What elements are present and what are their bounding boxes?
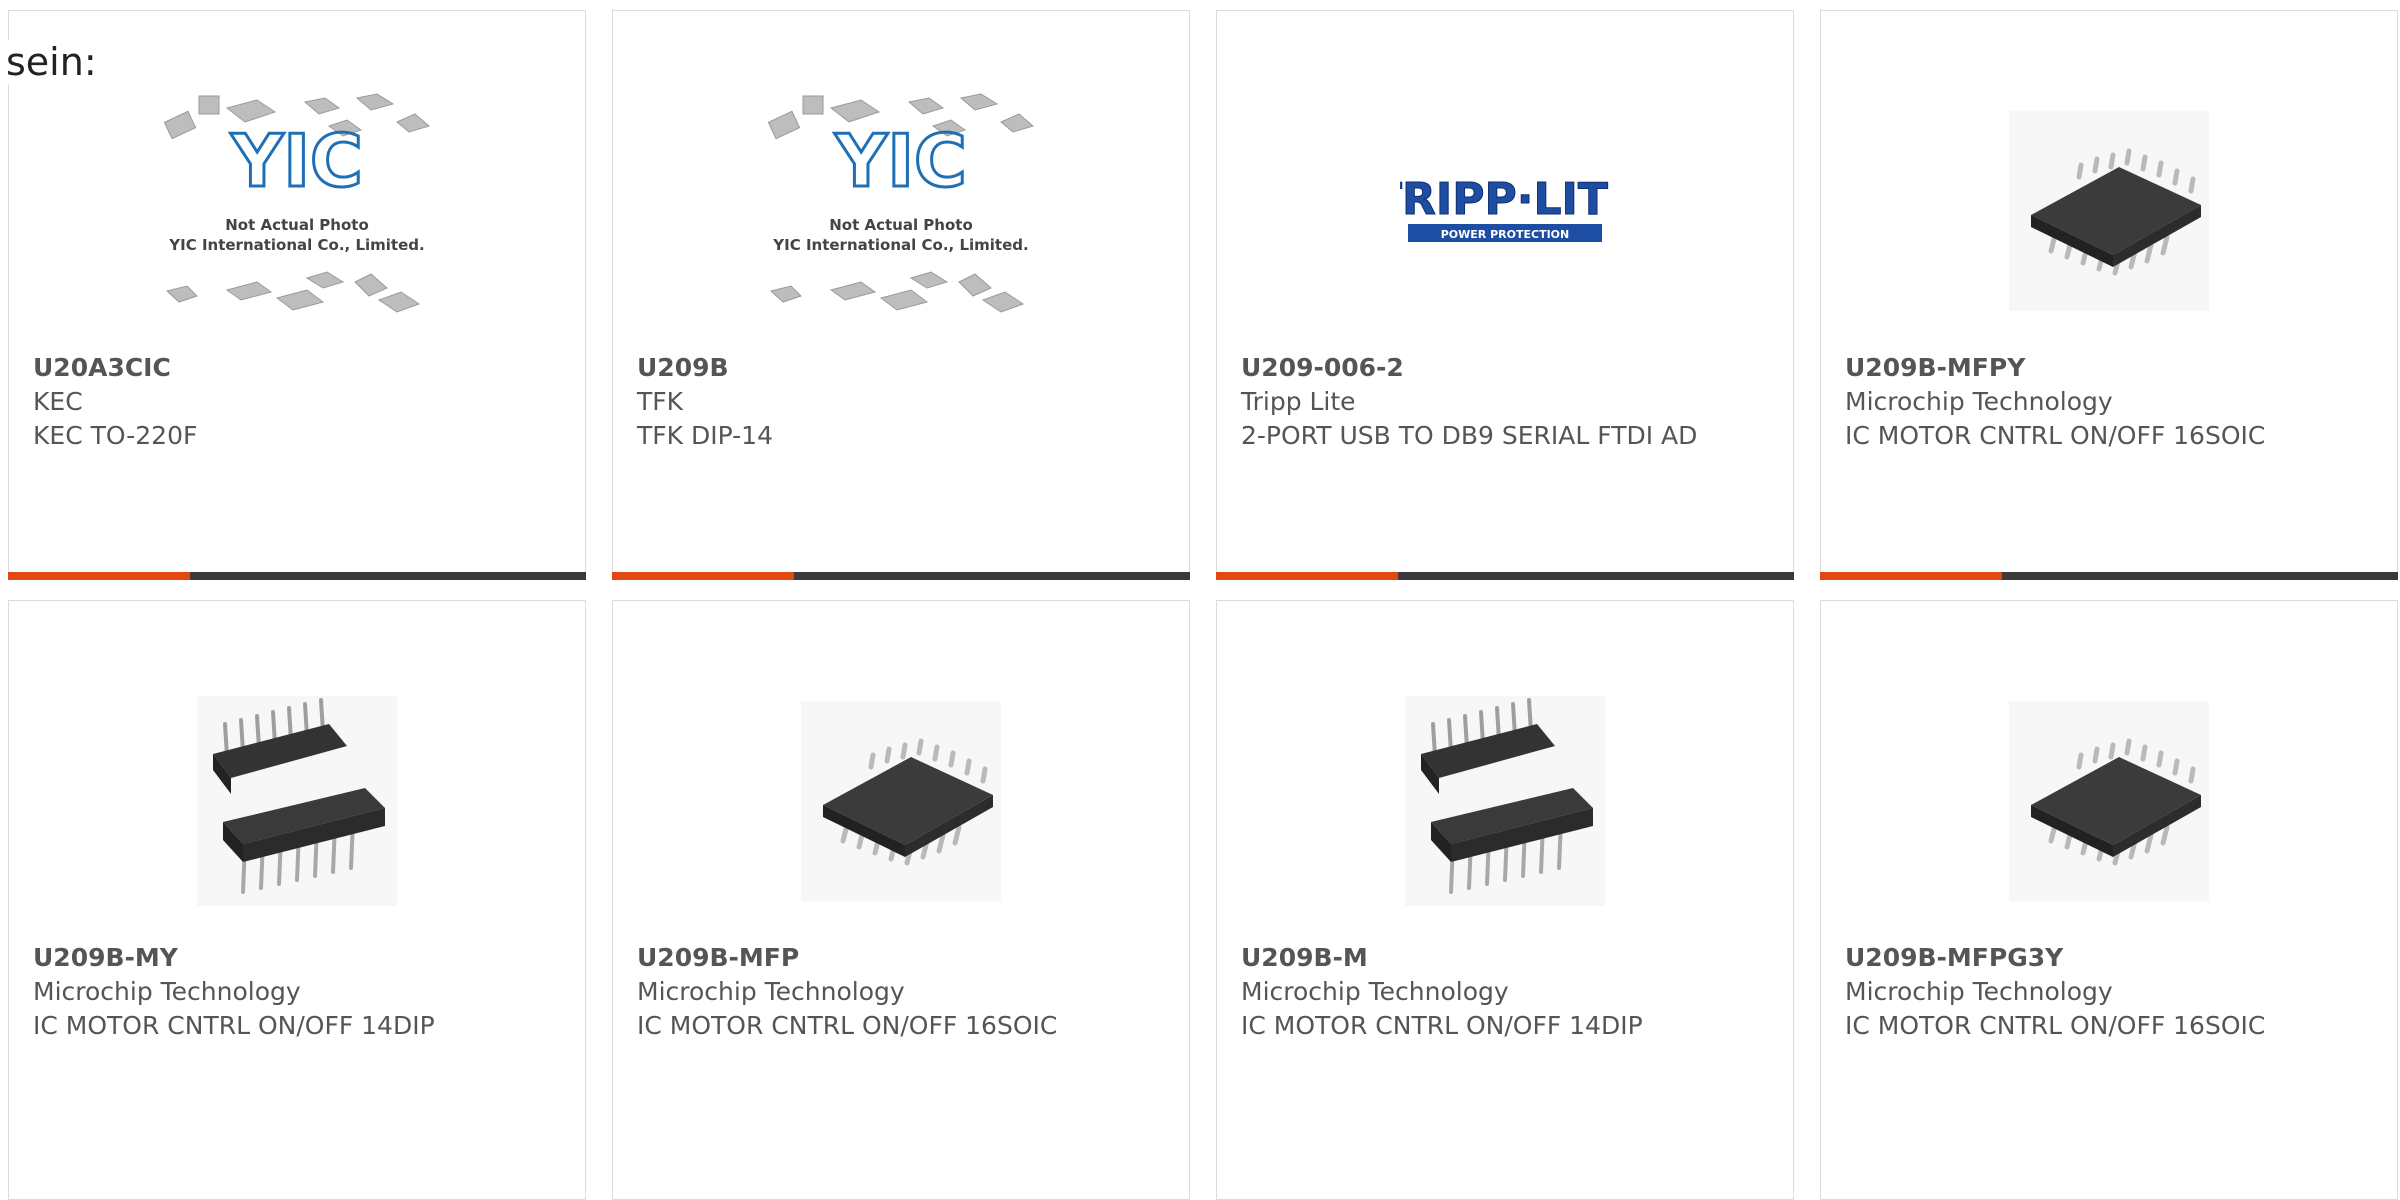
product-card[interactable]: YIC Not Actual Photo YIC International C…	[8, 10, 586, 580]
dip-chips-image	[197, 696, 397, 906]
product-image-placeholder[interactable]: YIC Not Actual Photo YIC International C…	[613, 51, 1189, 371]
product-grid-row-2: U209B-MY Microchip Technology IC MOTOR C…	[8, 600, 2400, 1200]
part-number-link[interactable]: U209B-MFP	[637, 941, 1165, 975]
product-info: U209B TFK TFK DIP-14	[637, 351, 1165, 453]
manufacturer: Microchip Technology	[1845, 387, 2113, 416]
part-number-link[interactable]: U209B-MY	[33, 941, 561, 975]
product-description: 2-PORT USB TO DB9 SERIAL FTDI AD	[1241, 421, 1698, 450]
card-footer-bar	[8, 572, 586, 580]
placeholder-notice: Not Actual Photo	[225, 216, 369, 234]
placeholder-company: YIC International Co., Limited.	[772, 236, 1028, 254]
product-info: U209B-MFP Microchip Technology IC MOTOR …	[637, 941, 1165, 1043]
part-number-link[interactable]: U209-006-2	[1241, 351, 1769, 385]
product-description: IC MOTOR CNTRL ON/OFF 16SOIC	[1845, 421, 2266, 450]
manufacturer: Microchip Technology	[1845, 977, 2113, 1006]
card-accent	[1216, 572, 1398, 580]
card-accent	[1820, 572, 2002, 580]
product-card[interactable]: TRIPP·LITE POWER PROTECTION U209-006-2 T…	[1216, 10, 1794, 580]
product-info: U209B-MY Microchip Technology IC MOTOR C…	[33, 941, 561, 1043]
card-footer-bar	[1216, 572, 1794, 580]
product-image[interactable]	[1821, 51, 2397, 371]
product-card[interactable]: U209B-MFPG3Y Microchip Technology IC MOT…	[1820, 600, 2398, 1200]
product-description: IC MOTOR CNTRL ON/OFF 14DIP	[1241, 1011, 1643, 1040]
yic-placeholder-image: YIC Not Actual Photo YIC International C…	[767, 93, 1035, 313]
manufacturer: TFK	[637, 387, 684, 416]
product-image[interactable]: TRIPP·LITE POWER PROTECTION	[1217, 51, 1793, 371]
manufacturer: Microchip Technology	[33, 977, 301, 1006]
product-card[interactable]: U209B-MY Microchip Technology IC MOTOR C…	[8, 600, 586, 1200]
manufacturer: KEC	[33, 387, 83, 416]
card-footer-bar	[1820, 572, 2398, 580]
part-number-link[interactable]: U209B	[637, 351, 1165, 385]
product-card[interactable]: YIC Not Actual Photo YIC International C…	[612, 10, 1190, 580]
product-card[interactable]: U209B-MFPY Microchip Technology IC MOTOR…	[1820, 10, 2398, 580]
card-footer-bar	[612, 572, 1190, 580]
manufacturer: Microchip Technology	[1241, 977, 1509, 1006]
soic-chip-image	[2009, 701, 2209, 901]
dip-chips-image	[1405, 696, 1605, 906]
product-image[interactable]	[1821, 641, 2397, 961]
product-info: U209B-MFPG3Y Microchip Technology IC MOT…	[1845, 941, 2373, 1043]
product-image[interactable]	[1217, 641, 1793, 961]
product-grid: YIC Not Actual Photo YIC International C…	[8, 10, 2400, 580]
part-number-link[interactable]: U209B-MFPY	[1845, 351, 2373, 385]
manufacturer: Tripp Lite	[1241, 387, 1356, 416]
card-accent	[8, 572, 190, 580]
yic-brand-mark: YIC	[834, 119, 967, 203]
part-number-link[interactable]: U209B-M	[1241, 941, 1769, 975]
product-image[interactable]	[613, 641, 1189, 961]
tripp-lite-tagline: POWER PROTECTION	[1441, 228, 1570, 241]
part-number-link[interactable]: U209B-MFPG3Y	[1845, 941, 2373, 975]
product-description: IC MOTOR CNTRL ON/OFF 16SOIC	[637, 1011, 1058, 1040]
card-accent	[612, 572, 794, 580]
product-description: KEC TO-220F	[33, 421, 198, 450]
placeholder-company: YIC International Co., Limited.	[168, 236, 424, 254]
placeholder-notice: Not Actual Photo	[829, 216, 973, 234]
product-description: IC MOTOR CNTRL ON/OFF 14DIP	[33, 1011, 435, 1040]
product-description: IC MOTOR CNTRL ON/OFF 16SOIC	[1845, 1011, 2266, 1040]
soic-chip-image	[2009, 111, 2209, 311]
product-card[interactable]: U209B-MFP Microchip Technology IC MOTOR …	[612, 600, 1190, 1200]
product-info: U209B-M Microchip Technology IC MOTOR CN…	[1241, 941, 1769, 1043]
tripp-lite-wordmark: TRIPP·LITE	[1400, 174, 1610, 225]
yic-brand-mark: YIC	[230, 119, 363, 203]
product-info: U20A3CIC KEC KEC TO-220F	[33, 351, 561, 453]
product-card[interactable]: U209B-M Microchip Technology IC MOTOR CN…	[1216, 600, 1794, 1200]
tripp-lite-logo: TRIPP·LITE POWER PROTECTION	[1400, 174, 1610, 242]
part-number-link[interactable]: U20A3CIC	[33, 351, 561, 385]
manufacturer: Microchip Technology	[637, 977, 905, 1006]
product-info: U209B-MFPY Microchip Technology IC MOTOR…	[1845, 351, 2373, 453]
product-image[interactable]	[9, 641, 585, 961]
soic-chip-image	[801, 701, 1001, 901]
product-description: TFK DIP-14	[637, 421, 773, 450]
yic-placeholder-image: YIC Not Actual Photo YIC International C…	[163, 93, 431, 313]
product-image-placeholder[interactable]: YIC Not Actual Photo YIC International C…	[9, 51, 585, 371]
product-info: U209-006-2 Tripp Lite 2-PORT USB TO DB9 …	[1241, 351, 1769, 453]
lead-text: sein:	[6, 40, 101, 84]
